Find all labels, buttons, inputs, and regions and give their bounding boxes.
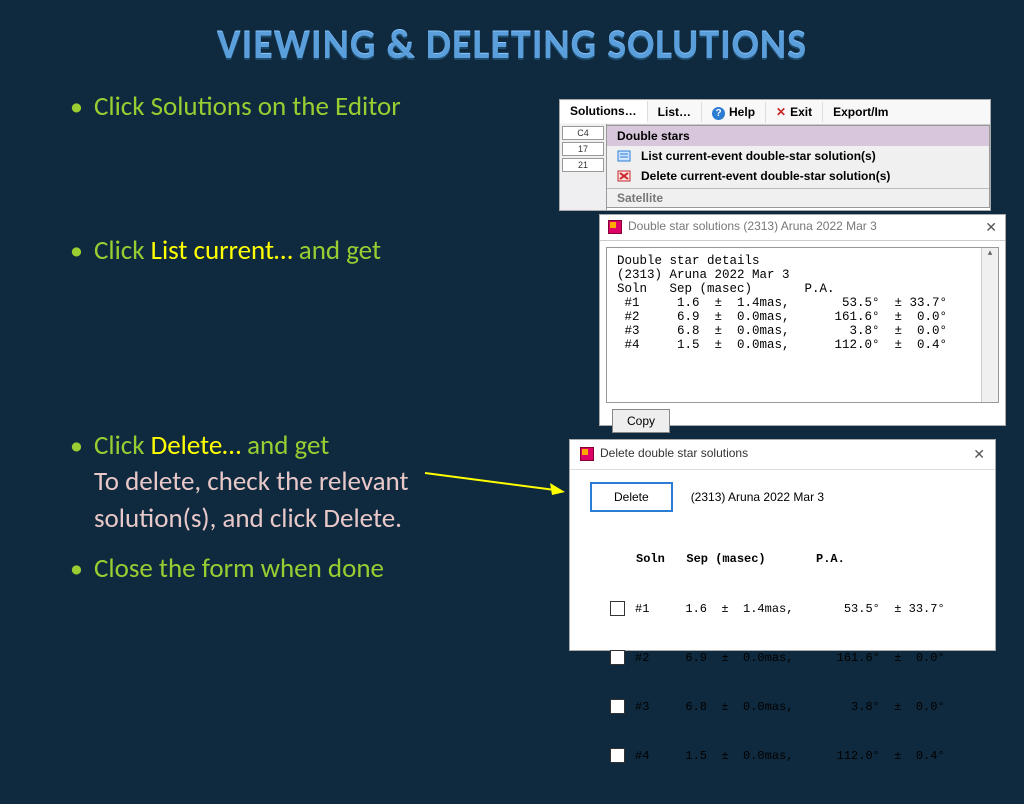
delete-row-text: #4 1.5 ± 0.0mas, 112.0° ± 0.4°: [635, 749, 945, 763]
bullet-3-post: and get: [241, 429, 329, 462]
bullet-4-text: Close the form when done: [94, 552, 384, 585]
app-icon: [608, 220, 622, 234]
bullet-3-highlight: Delete…: [151, 429, 241, 462]
delete-row-text: #2 6.9 ± 0.0mas, 161.6° ± 0.0°: [635, 651, 945, 665]
app-icon: [580, 447, 594, 461]
bullet-3-pre: Click: [94, 429, 151, 462]
dropdown-satellite: Satellite: [607, 189, 989, 207]
list-window-title: Double star solutions (2313) Aruna 2022 …: [628, 219, 877, 233]
bullet-2-post: and get: [293, 234, 381, 267]
delete-window-table: Soln Sep (masec) P.A. #1 1.6 ± 1.4mas, 5…: [570, 524, 995, 804]
bullet-1-text: Click Solutions on the Editor: [94, 90, 401, 123]
dropdown: Double stars List current-event double-s…: [606, 125, 990, 208]
side-gutter: C4 17 21: [560, 124, 607, 210]
dropdown-item-list-label: List current-event double-star solution(…: [641, 149, 876, 163]
delete-window-title: Delete double star solutions: [600, 446, 748, 460]
list-icon: [617, 149, 631, 163]
list-window-text: Double star details (2313) Aruna 2022 Ma…: [617, 254, 947, 352]
side-cell: C4: [562, 126, 604, 140]
menu-help[interactable]: Help: [702, 102, 766, 123]
delete-row: #3 6.8 ± 0.0mas, 3.8° ± 0.0°: [610, 699, 975, 714]
page-title: VIEWING & DELETING SOLUTIONS: [0, 0, 1024, 69]
close-icon[interactable]: ✕: [985, 219, 997, 236]
list-window-body: Double star details (2313) Aruna 2022 Ma…: [606, 247, 999, 403]
side-cell: 21: [562, 158, 604, 172]
menu-export[interactable]: Export/Im: [823, 102, 898, 122]
checkbox[interactable]: [610, 650, 625, 665]
checkbox[interactable]: [610, 748, 625, 763]
bullet-2-pre: Click: [94, 234, 151, 267]
list-window: Double star solutions (2313) Aruna 2022 …: [600, 215, 1005, 425]
delete-window-caption: (2313) Aruna 2022 Mar 3: [691, 490, 824, 504]
delete-row: #1 1.6 ± 1.4mas, 53.5° ± 33.7°: [610, 601, 975, 616]
bullet-2-highlight: List current…: [151, 234, 293, 267]
bullet-3-sub: To delete, check the relevant solution(s…: [94, 464, 514, 537]
delete-button[interactable]: Delete: [590, 482, 673, 512]
menu-solutions[interactable]: Solutions…: [560, 101, 648, 123]
dropdown-header: Double stars: [607, 126, 989, 146]
side-cell: 17: [562, 142, 604, 156]
delete-row: #4 1.5 ± 0.0mas, 112.0° ± 0.4°: [610, 748, 975, 763]
delete-row: #2 6.9 ± 0.0mas, 161.6° ± 0.0°: [610, 650, 975, 665]
close-icon[interactable]: ✕: [973, 446, 985, 463]
dropdown-item-list[interactable]: List current-event double-star solution(…: [607, 146, 989, 166]
delete-row-text: #3 6.8 ± 0.0mas, 3.8° ± 0.0°: [635, 700, 945, 714]
menubar: Solutions… List… Help Exit Export/Im: [560, 100, 990, 125]
copy-button[interactable]: Copy: [612, 409, 670, 433]
delete-window: Delete double star solutions ✕ Delete (2…: [570, 440, 995, 650]
menu-list[interactable]: List…: [648, 102, 702, 122]
checkbox[interactable]: [610, 601, 625, 616]
delete-table-header: Soln Sep (masec) P.A.: [610, 552, 975, 566]
delete-icon: [617, 169, 631, 183]
menu-screenshot: Solutions… List… Help Exit Export/Im C4 …: [560, 100, 990, 210]
list-window-titlebar: Double star solutions (2313) Aruna 2022 …: [600, 215, 1005, 241]
delete-row-text: #1 1.6 ± 1.4mas, 53.5° ± 33.7°: [635, 602, 945, 616]
dropdown-item-delete-label: Delete current-event double-star solutio…: [641, 169, 890, 183]
delete-window-header-row: Delete (2313) Aruna 2022 Mar 3: [570, 470, 995, 524]
delete-window-titlebar: Delete double star solutions ✕: [570, 440, 995, 470]
menu-exit[interactable]: Exit: [766, 102, 823, 122]
dropdown-item-delete[interactable]: Delete current-event double-star solutio…: [607, 166, 989, 189]
scrollbar[interactable]: [981, 248, 998, 402]
checkbox[interactable]: [610, 699, 625, 714]
